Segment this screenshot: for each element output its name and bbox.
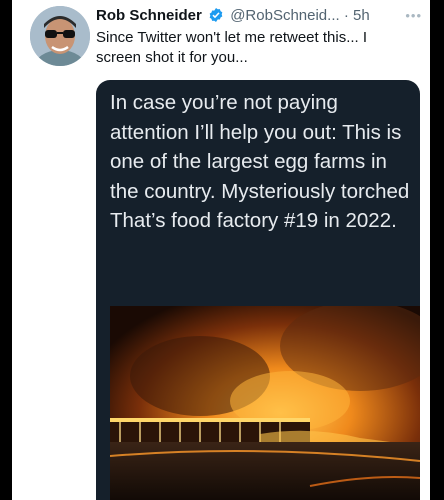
more-dots-icon[interactable]: ••• — [405, 6, 422, 26]
fire-photo — [110, 306, 420, 500]
tweet-text: Since Twitter won't let me retweet this.… — [96, 29, 368, 66]
tweet-header: Rob Schneider @RobSchneid... · 5h ••• — [96, 6, 426, 26]
separator-dot: · — [343, 7, 349, 24]
image-caption-text: In case you’re not paying attention I’ll… — [110, 91, 410, 232]
author-name[interactable]: Rob Schneider — [96, 7, 202, 24]
avatar-image — [30, 6, 90, 66]
author-handle[interactable]: @RobSchneid... — [230, 7, 339, 24]
timestamp[interactable]: 5h — [353, 7, 370, 24]
verified-badge-icon — [209, 8, 223, 22]
attached-image[interactable]: In case you’re not paying attention I’ll… — [96, 80, 420, 500]
avatar[interactable] — [30, 6, 90, 66]
tweet-card[interactable]: Rob Schneider @RobSchneid... · 5h ••• Si… — [12, 0, 430, 500]
